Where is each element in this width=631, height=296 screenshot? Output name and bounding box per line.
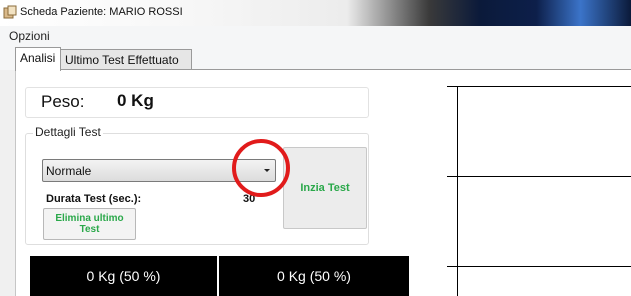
tab-ultimo-test-effettuato[interactable]: Ultimo Test Effettuato <box>60 49 192 70</box>
graph-top-line <box>447 86 631 87</box>
weight-graph <box>447 82 631 296</box>
patient-app-icon <box>3 5 17 19</box>
test-details-title: Dettagli Test <box>33 125 103 139</box>
graph-y-axis <box>457 86 458 296</box>
start-test-button[interactable]: Inzia Test <box>283 147 367 229</box>
test-mode-value: Normale <box>46 164 92 178</box>
weight-panel: Peso: 0 Kg <box>25 87 369 118</box>
graph-middle-line <box>447 176 631 177</box>
menu-bar: Opzioni <box>0 26 631 46</box>
weight-label: Peso: <box>41 92 85 111</box>
menu-opzioni[interactable]: Opzioni <box>9 29 50 43</box>
patient-window: Scheda Paziente: MARIO ROSSI Opzioni Ana… <box>0 0 631 296</box>
window-title: Scheda Paziente: MARIO ROSSI <box>20 6 183 18</box>
tab-strip: Analisi Ultimo Test Effettuato <box>0 46 631 71</box>
title-bar: Scheda Paziente: MARIO ROSSI <box>0 0 631 26</box>
left-weight-readout: 0 Kg (50 %) <box>30 256 217 296</box>
graph-bottom-line <box>447 266 631 267</box>
tab-analisi[interactable]: Analisi <box>15 47 61 71</box>
duration-label: Durata Test (sec.): <box>46 193 142 205</box>
highlight-circle-annotation <box>232 139 290 197</box>
right-weight-readout: 0 Kg (50 %) <box>219 256 409 296</box>
delete-last-test-button[interactable]: Elimina ultimo Test <box>43 208 136 240</box>
weight-value: 0 Kg <box>117 91 154 110</box>
